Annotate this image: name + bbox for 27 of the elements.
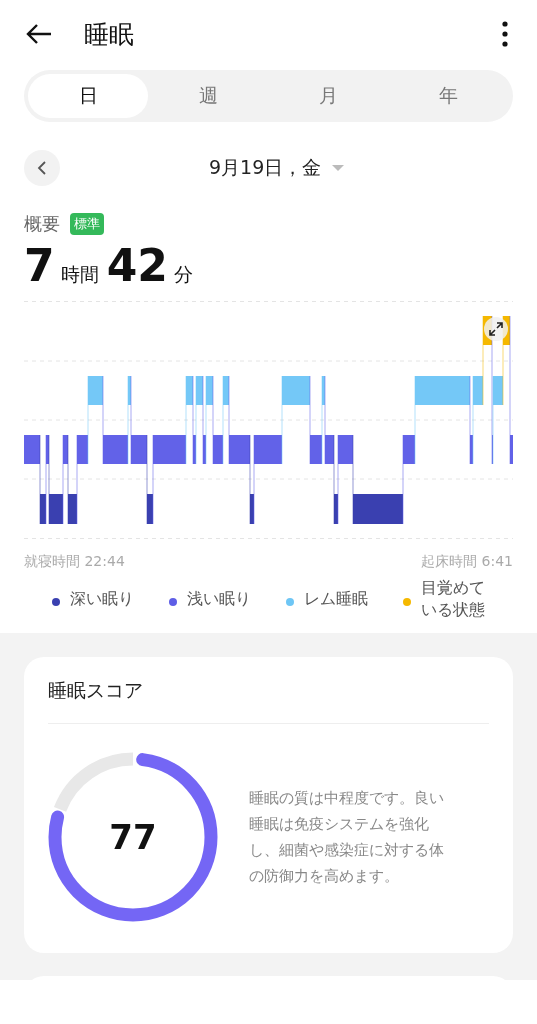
hours-unit: 時間 <box>60 262 99 287</box>
hours-value: 7 <box>24 240 55 291</box>
bedtime-label: 就寝時間 22:44 <box>24 553 125 571</box>
summary-label: 概要 <box>24 212 60 236</box>
period-tab[interactable]: 日 <box>28 74 149 118</box>
wake-time-label: 起床時間 6:41 <box>421 553 513 571</box>
legend-label: 目覚めている状態 <box>421 577 486 621</box>
score-value: 77 <box>109 817 157 857</box>
card-title: 睡眠スコア <box>48 657 489 724</box>
back-icon[interactable] <box>24 22 54 46</box>
legend-label: レム睡眠 <box>304 588 368 610</box>
more-icon[interactable] <box>501 21 509 47</box>
caret-icon <box>331 164 346 172</box>
period-tab[interactable]: 月 <box>268 74 389 118</box>
previous-day-button[interactable] <box>24 150 60 186</box>
legend-label: 浅い眠り <box>187 588 251 610</box>
period-tab[interactable]: 年 <box>388 74 509 118</box>
expand-icon <box>487 320 505 338</box>
date-picker[interactable]: 9月19日，金 <box>209 155 346 181</box>
legend-label: 深い眠り <box>70 588 134 610</box>
minutes-unit: 分 <box>173 262 193 287</box>
minutes-value: 42 <box>106 240 168 291</box>
chevron-left-icon <box>37 160 47 176</box>
period-tab[interactable]: 週 <box>148 74 269 118</box>
page-title: 睡眠 <box>84 18 135 51</box>
score-description: 睡眠の質は中程度です。良い睡眠は免疫システムを強化し、細菌や感染症に対する体の防御力を高めます。 <box>249 788 445 887</box>
status-badge: 標準 <box>70 213 104 235</box>
